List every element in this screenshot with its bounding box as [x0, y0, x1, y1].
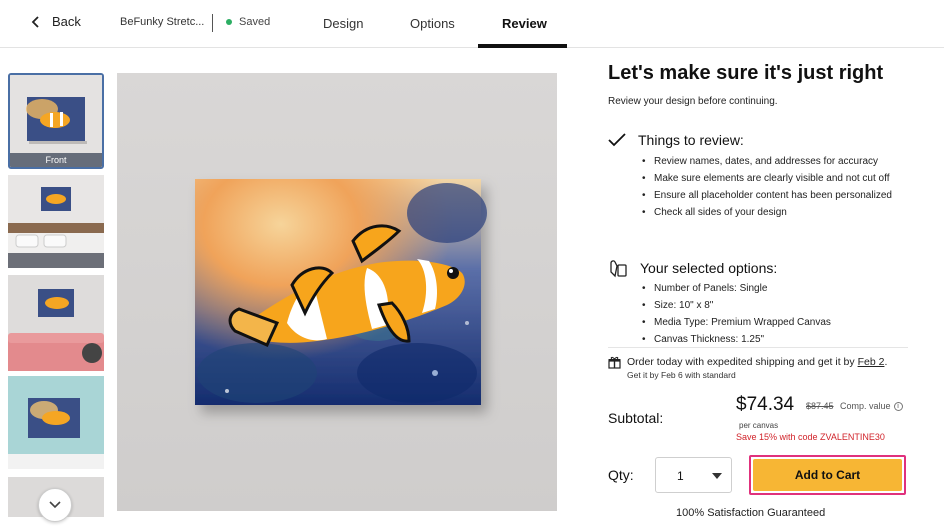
things-to-review-heading: Things to review:	[608, 132, 744, 148]
saved-dot-icon	[226, 19, 232, 25]
saved-status: Saved	[226, 16, 270, 28]
comp-value: Comp. value i	[840, 401, 903, 411]
options-heading-label: Your selected options:	[640, 260, 778, 276]
tab-design[interactable]: Design	[323, 16, 363, 31]
list-item: Size: 10" x 8"	[642, 297, 831, 314]
delivery-date-link[interactable]: Feb 2	[858, 356, 885, 368]
list-item: Number of Panels: Single	[642, 280, 831, 297]
back-label: Back	[52, 14, 81, 29]
thumbnail-teal-wall[interactable]	[8, 376, 104, 469]
bedroom-preview-image	[8, 175, 104, 268]
shipping-info: Order today with expedited shipping and …	[608, 356, 887, 380]
tab-options[interactable]: Options	[410, 16, 455, 31]
qty-label: Qty:	[608, 467, 634, 483]
shipping-text: Order today with expedited shipping and …	[627, 356, 855, 368]
top-bar: Back BeFunky Stretc... Saved Design Opti…	[0, 0, 944, 48]
page-subtitle: Review your design before continuing.	[608, 96, 778, 107]
thumbnail-front[interactable]: Front	[8, 73, 104, 169]
original-price: $87.45	[806, 401, 834, 411]
quantity-select[interactable]: 1	[655, 457, 732, 493]
header-divider	[212, 14, 213, 32]
thumbnail-bedroom[interactable]	[8, 175, 104, 268]
subtotal-label: Subtotal:	[608, 410, 664, 426]
selected-options-heading: Your selected options:	[608, 258, 777, 278]
list-item: Check all sides of your design	[642, 204, 892, 221]
comp-value-label: Comp. value	[840, 401, 891, 411]
add-to-cart-button[interactable]: Add to Cart	[753, 459, 902, 491]
back-button[interactable]: Back	[30, 14, 81, 29]
options-list: Number of Panels: Single Size: 10" x 8" …	[642, 280, 831, 348]
promo-text: Save 15% with code ZVALENTINE30	[736, 432, 885, 442]
canvas-preview	[117, 73, 557, 511]
standard-shipping-text: Get it by Feb 6 with standard	[627, 370, 736, 380]
list-item: Ensure all placeholder content has been …	[642, 187, 892, 204]
checkmark-icon	[608, 133, 626, 147]
list-item: Canvas Thickness: 1.25"	[642, 331, 831, 348]
teal-wall-preview-image	[8, 376, 104, 469]
things-heading-label: Things to review:	[638, 132, 744, 148]
price: $74.34	[736, 394, 795, 415]
tab-review[interactable]: Review	[502, 16, 547, 31]
chevron-left-icon	[31, 15, 39, 28]
per-unit-label: per canvas	[739, 421, 779, 430]
list-item: Review names, dates, and addresses for a…	[642, 153, 892, 170]
saved-label: Saved	[239, 16, 271, 28]
gift-icon	[608, 356, 621, 369]
list-item: Make sure elements are clearly visible a…	[642, 170, 892, 187]
shipping-period: .	[884, 356, 888, 368]
things-list: Review names, dates, and addresses for a…	[642, 153, 892, 221]
section-divider	[608, 347, 908, 348]
quantity-value: 1	[677, 469, 684, 483]
dropdown-arrow-icon	[712, 473, 722, 479]
active-tab-indicator	[478, 44, 567, 48]
canvas-artwork-image	[195, 179, 487, 405]
list-item: Media Type: Premium Wrapped Canvas	[642, 314, 831, 331]
options-icon	[610, 260, 627, 278]
living-room-preview-image	[8, 275, 104, 371]
thumbnail-front-label: Front	[10, 153, 102, 167]
thumbnail-living-room[interactable]	[8, 275, 104, 371]
project-name[interactable]: BeFunky Stretc...	[120, 16, 204, 28]
scroll-down-button[interactable]	[38, 488, 72, 522]
page-title: Let's make sure it's just right	[608, 62, 884, 84]
satisfaction-guarantee: 100% Satisfaction Guaranteed	[676, 507, 826, 519]
chevron-down-icon	[49, 501, 61, 509]
info-icon[interactable]: i	[893, 401, 903, 411]
